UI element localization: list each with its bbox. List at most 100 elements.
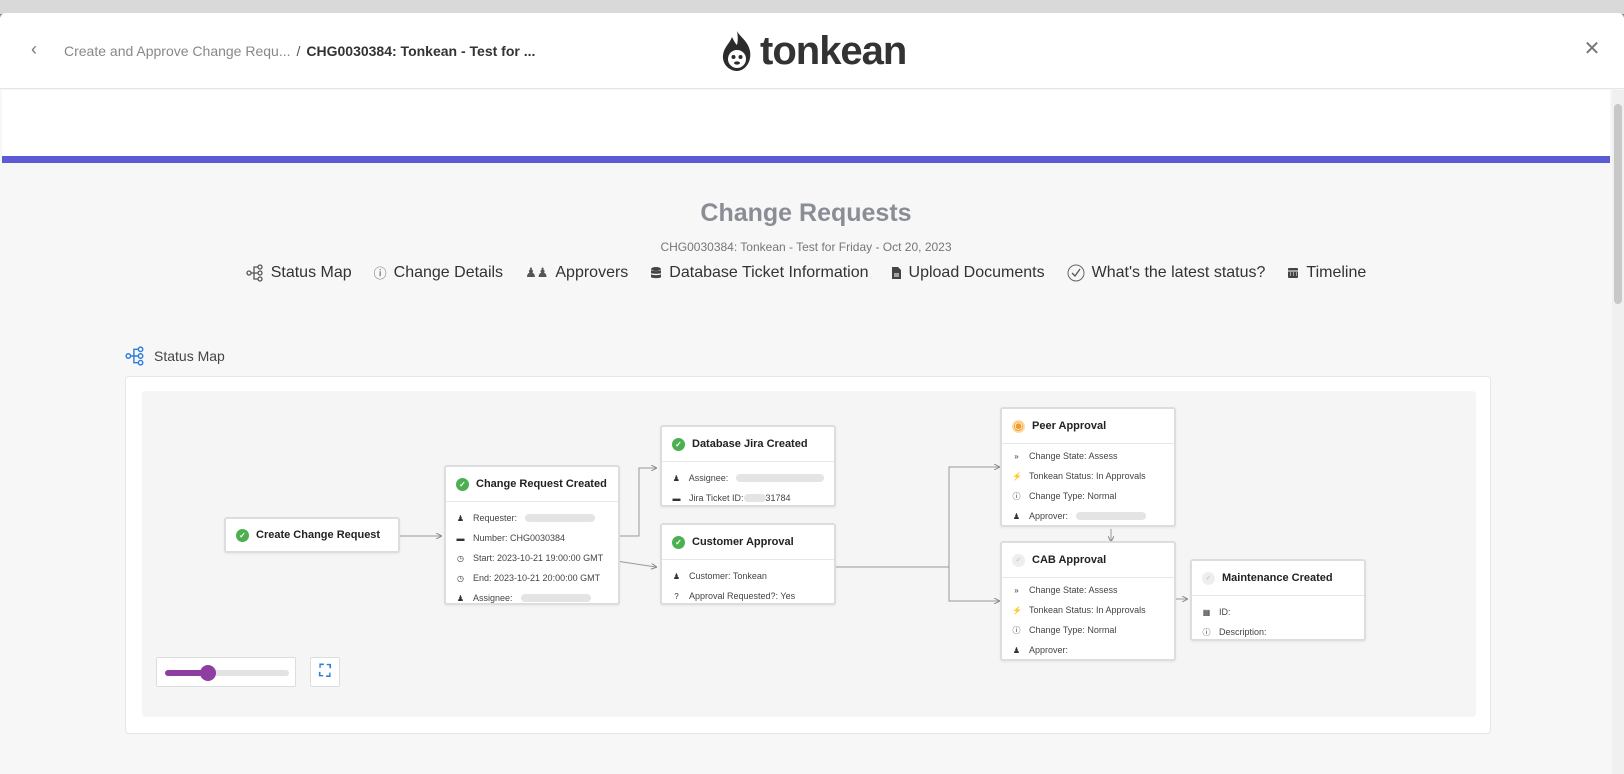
field-change-type: ⓘ Change Type: Normal: [1012, 491, 1117, 501]
field-number: ▬ Number: CHG0030384: [456, 533, 566, 543]
logo-text: tonkean: [760, 28, 907, 73]
status-map-card: ✓ Create Change Request ✓ Change Request C…: [125, 376, 1491, 734]
breadcrumb-current: CHG0030384: Tonkean - Test for ...: [306, 43, 536, 59]
field-tonkean-status: ⚡ Tonkean Status: In Approvals: [1012, 605, 1146, 615]
person-icon: ♟: [1012, 645, 1021, 655]
field-approver: ♟ Approver:: [1012, 645, 1069, 655]
close-icon[interactable]: ✕: [1580, 37, 1604, 61]
node-title: Peer Approval: [1032, 420, 1107, 432]
node-create-change-request[interactable]: ✓ Create Change Request: [224, 517, 400, 553]
nav-label: Upload Documents: [908, 263, 1045, 281]
modal-header: ‹ Create and Approve Change Requ... / CHG0…: [0, 13, 1624, 89]
field-approver: ♟ Approver:: [1012, 506, 1164, 526]
nav-label: Timeline: [1306, 263, 1367, 281]
info-icon: ⓘ: [1012, 625, 1021, 635]
in-progress-icon: ◯: [1012, 419, 1025, 433]
question-icon: ?: [674, 591, 679, 601]
person-icon: ♟: [456, 513, 465, 523]
nav-label: Change Details: [393, 263, 504, 281]
people-icon: ♟♟: [525, 264, 549, 280]
chevrons-right-icon: »: [1014, 585, 1019, 595]
check-icon: ✓: [456, 477, 469, 491]
node-title: Maintenance Created: [1222, 572, 1333, 584]
node-title: CAB Approval: [1032, 554, 1107, 566]
node-customer-approval[interactable]: ✓ Customer Approval ♟ Customer: Tonkean ? A…: [660, 523, 836, 605]
clock-icon: ◷: [457, 573, 464, 583]
node-database-jira-created[interactable]: ✓ Database Jira Created ♟ Assignee: ▬ Jira …: [660, 425, 836, 507]
field-id: ▦ ID:: [1202, 607, 1231, 617]
field-description: ⓘ Description:: [1202, 627, 1267, 637]
back-button[interactable]: ‹: [24, 39, 44, 59]
info-icon: ⓘ: [1202, 627, 1211, 637]
calendar-icon: ▦: [1202, 607, 1211, 617]
status-map-canvas[interactable]: ✓ Create Change Request ✓ Change Request C…: [142, 391, 1476, 717]
section-nav: Status Map ⓘ Change Details ♟♟ Approvers…: [2, 263, 1610, 282]
field-change-type: ⓘ Change Type: Normal: [1012, 625, 1117, 635]
breadcrumb: Create and Approve Change Requ... / CHG003…: [64, 43, 535, 59]
field-customer: ♟ Customer: Tonkean: [672, 571, 767, 581]
field-change-state: » Change State: Assess: [1012, 580, 1164, 600]
field-change-state: » Change State: Assess: [1012, 446, 1164, 466]
node-cab-approval[interactable]: ✓ CAB Approval » Change State: Assess ⚡ Ton…: [1000, 541, 1176, 661]
clock-icon: ◷: [457, 553, 464, 563]
zoom-control: [156, 657, 296, 687]
header-band: [2, 90, 1610, 156]
person-icon: ♟: [1012, 511, 1021, 521]
redacted-value: [520, 594, 591, 602]
scrollbar-thumb[interactable]: [1614, 104, 1622, 304]
zoom-slider-handle[interactable]: [200, 665, 217, 681]
nav-label: Status Map: [270, 263, 352, 281]
node-maintenance-created[interactable]: ✓ Maintenance Created ▦ ID: ⓘ Description:: [1190, 559, 1366, 641]
field-jira-ticket-id: ▬ Jira Ticket ID: 31784: [672, 493, 791, 503]
fullscreen-icon[interactable]: ⛶: [310, 657, 340, 687]
nav-timeline[interactable]: Timeline: [1287, 263, 1366, 282]
card-icon: ▬: [672, 493, 681, 503]
pending-icon: ✓: [1202, 571, 1215, 585]
check-icon: ✓: [672, 535, 685, 549]
tonkean-logo: tonkean: [720, 28, 907, 73]
node-title: Create Change Request: [256, 529, 381, 541]
check-circle-icon: [1067, 264, 1085, 281]
check-icon: ✓: [236, 528, 249, 542]
node-change-request-created[interactable]: ✓ Change Request Created ♟ Requester: ▬ Num…: [444, 465, 620, 605]
node-title: Customer Approval: [692, 536, 794, 548]
nav-status-map[interactable]: Status Map: [246, 263, 352, 282]
scrollbar[interactable]: [1612, 90, 1624, 774]
card-icon: ▬: [456, 533, 465, 543]
people-icon: ♟: [672, 571, 681, 581]
nav-upload-documents[interactable]: Upload Documents: [891, 263, 1045, 282]
breadcrumb-separator: /: [296, 43, 301, 59]
field-tonkean-status: ⚡ Tonkean Status: In Approvals: [1012, 471, 1146, 481]
modal-content: Change Requests CHG0030384: Tonkean - Te…: [2, 90, 1610, 774]
pending-icon: ✓: [1012, 553, 1025, 567]
section-title: Status Map: [154, 348, 225, 364]
field-start: ◷ Start: 2023-10-21 19:00:00 GMT: [457, 553, 604, 563]
nav-change-details[interactable]: ⓘ Change Details: [374, 263, 503, 282]
bolt-icon: ⚡: [1012, 605, 1022, 615]
status-map-heading: Status Map: [125, 346, 225, 366]
node-title: Change Request Created: [476, 478, 607, 490]
field-requester: ♟ Requester:: [456, 508, 608, 528]
nav-latest-status[interactable]: What's the latest status?: [1067, 263, 1266, 282]
accent-bar: [2, 156, 1610, 163]
nav-database-ticket[interactable]: Database Ticket Information: [650, 263, 869, 282]
status-map-icon: [125, 346, 144, 366]
node-peer-approval[interactable]: ◯ Peer Approval » Change State: Assess ⚡ To…: [1000, 407, 1176, 527]
check-icon: ✓: [672, 437, 685, 451]
zoom-slider[interactable]: [165, 665, 289, 681]
breadcrumb-parent[interactable]: Create and Approve Change Requ...: [64, 43, 291, 59]
redacted-value: [1076, 512, 1147, 520]
nav-approvers[interactable]: ♟♟ Approvers: [525, 263, 628, 282]
redacted-value: [743, 494, 766, 502]
background-app-strip: [0, 0, 1624, 14]
page-subtitle: CHG0030384: Tonkean - Test for Friday - …: [660, 240, 952, 254]
field-approval-requested: ? Approval Requested?: Yes: [672, 586, 824, 606]
info-icon: ⓘ: [373, 266, 387, 281]
nav-label: What's the latest status?: [1091, 263, 1266, 281]
nav-label: Approvers: [555, 263, 629, 281]
status-map-icon: [246, 263, 263, 282]
nav-label: Database Ticket Information: [669, 263, 869, 281]
page-title: Change Requests: [700, 199, 912, 227]
node-title: Database Jira Created: [692, 438, 808, 450]
item-detail-modal: ‹ Create and Approve Change Requ... / CHG0…: [0, 13, 1624, 774]
